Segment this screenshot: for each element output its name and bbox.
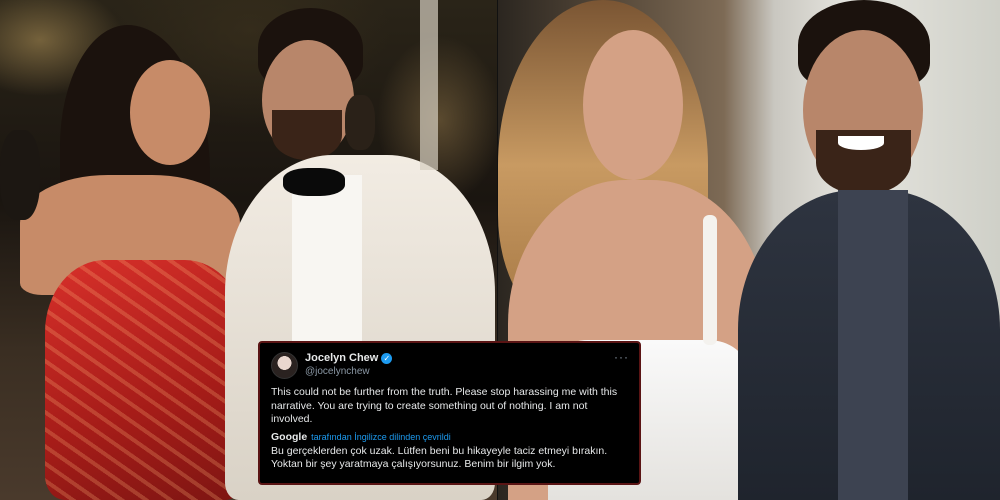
tweet-card: Jocelyn Chew ✓ @jocelynchew ··· This cou… xyxy=(258,341,641,485)
translation-note-link[interactable]: tarafından İngilizce dilinden çevrildi xyxy=(311,432,451,442)
bow-tie xyxy=(283,168,345,196)
tree-trunk xyxy=(420,0,438,170)
verified-badge-icon: ✓ xyxy=(381,353,393,364)
smile xyxy=(838,136,884,150)
man-beard xyxy=(272,110,342,160)
profile-avatar[interactable] xyxy=(271,351,298,379)
red-dress xyxy=(45,260,245,500)
woman-face xyxy=(130,60,210,165)
translated-tweet-text: Bu gerçeklerden çok uzak. Lütfen beni bu… xyxy=(271,444,608,471)
author-name[interactable]: Jocelyn Chew xyxy=(305,352,378,365)
dark-shirt xyxy=(838,190,908,500)
blonde-woman-face xyxy=(583,30,683,180)
more-horizontal-icon[interactable]: ··· xyxy=(614,350,629,364)
top-strap xyxy=(703,215,717,345)
author-handle[interactable]: @jocelynchew xyxy=(305,365,392,378)
tweet-text: This could not be further from the truth… xyxy=(271,386,618,425)
background-guest xyxy=(0,130,40,220)
background-guest xyxy=(345,95,375,150)
translation-provider: Google xyxy=(271,430,308,443)
